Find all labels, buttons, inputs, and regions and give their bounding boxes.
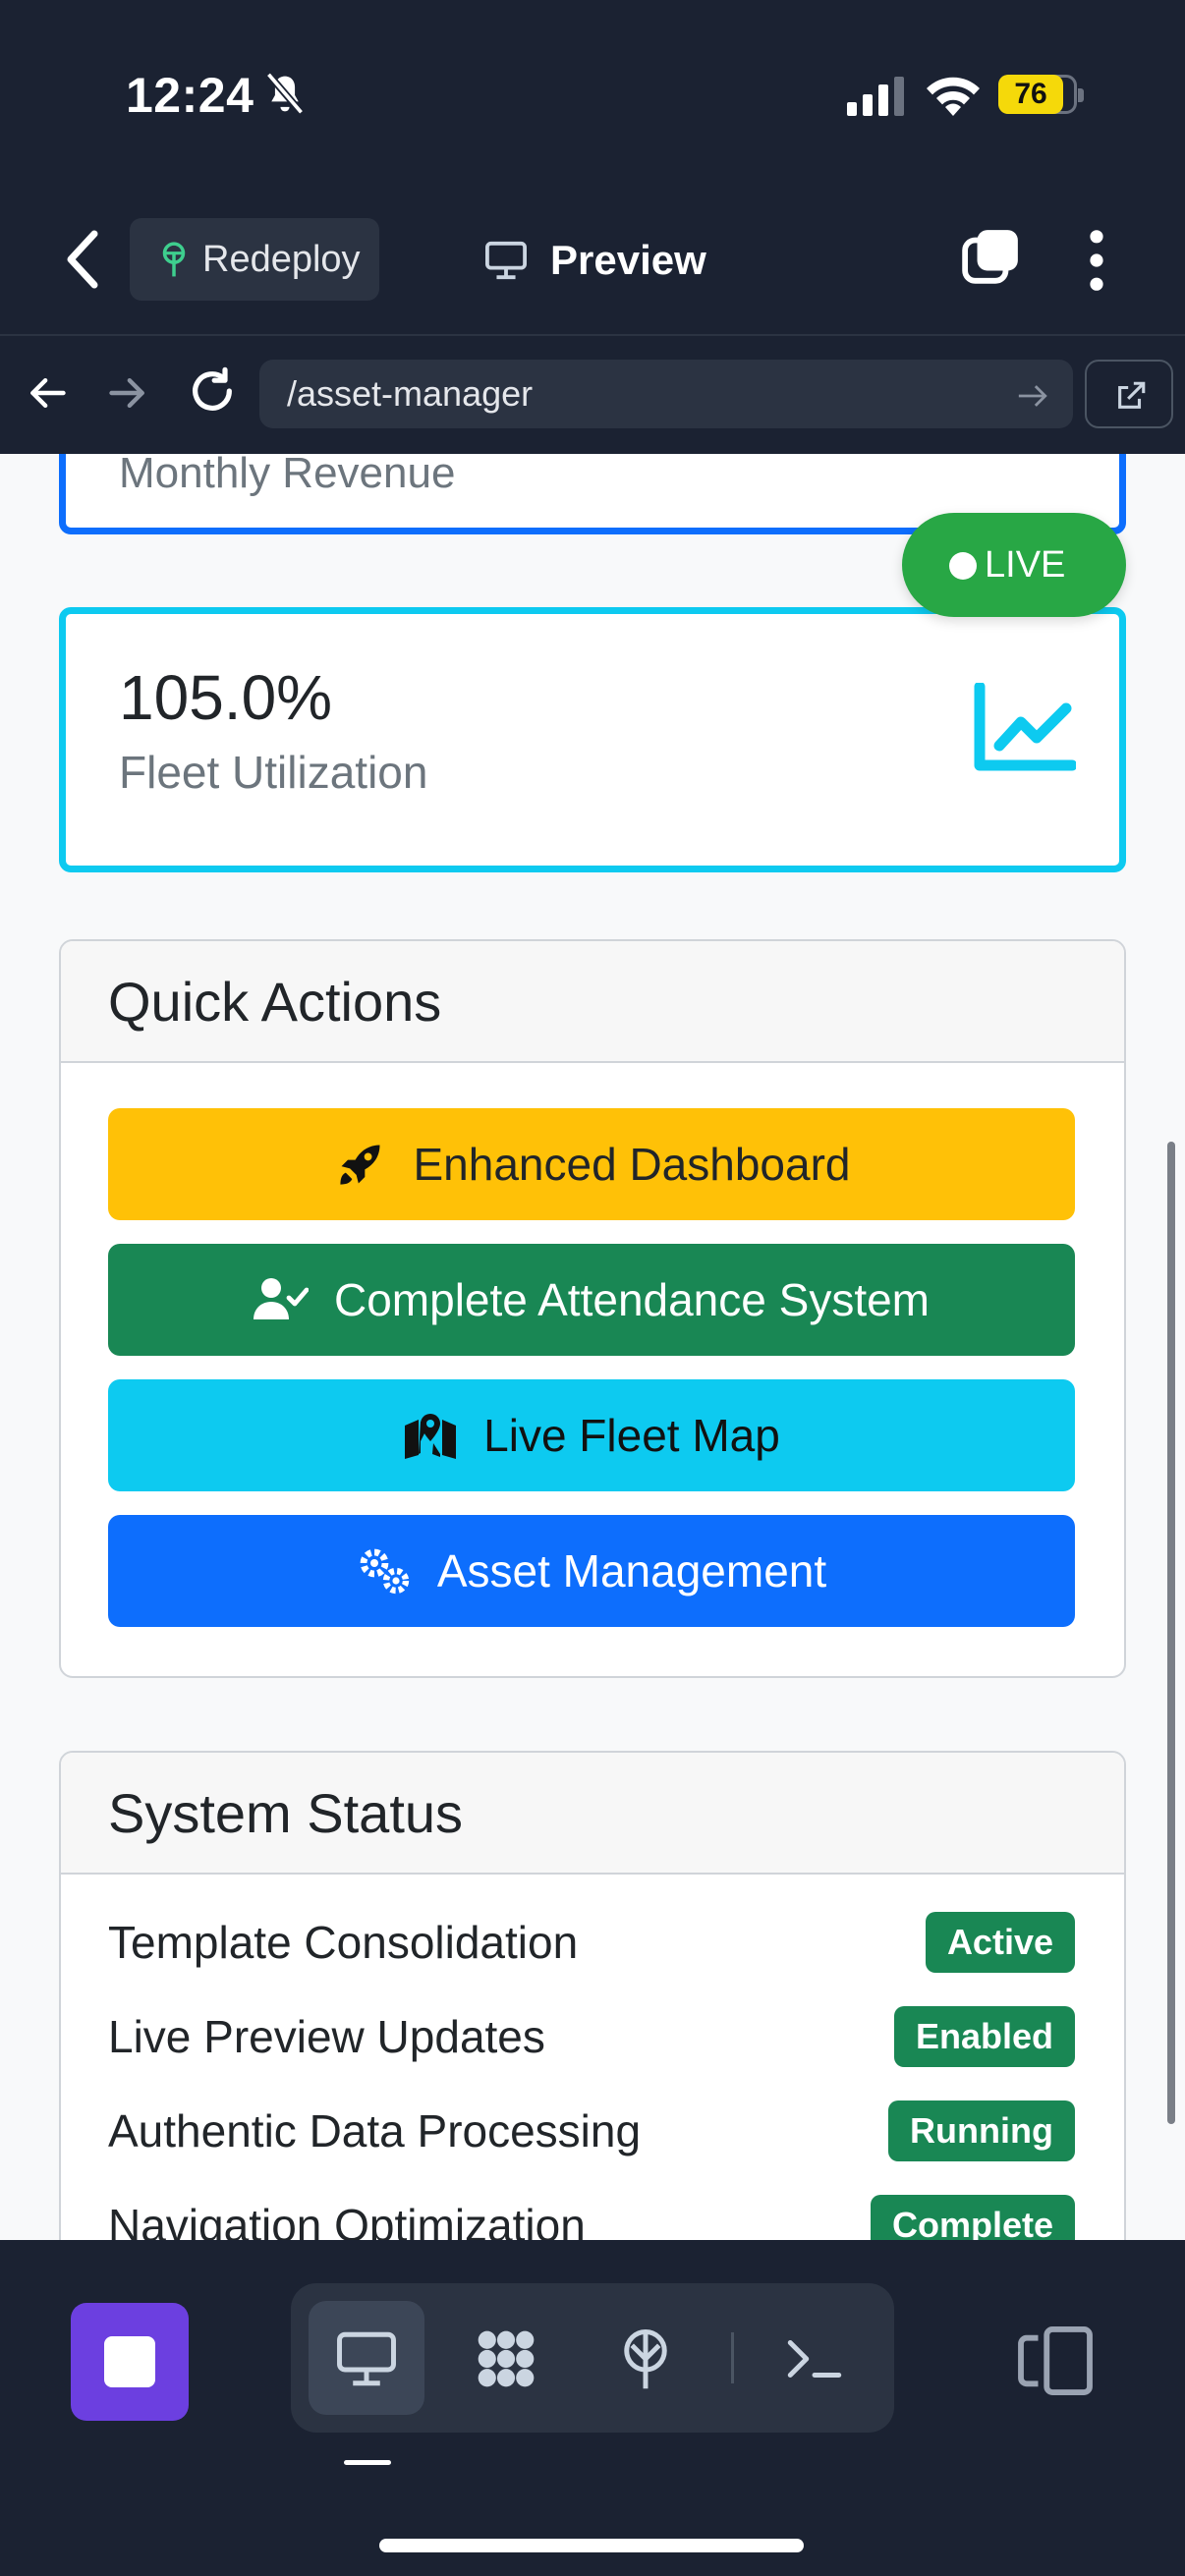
live-fleet-map-button[interactable]: Live Fleet Map (108, 1379, 1075, 1491)
preview-label: Preview (550, 237, 706, 283)
status-row: Navigation Optimization Complete (108, 2191, 1075, 2240)
device-layout-icon[interactable] (1014, 2326, 1097, 2395)
fleet-utilization-value: 105.0% (119, 662, 333, 733)
bottom-toolbar (0, 2240, 1185, 2576)
status-row-label: Template Consolidation (108, 1917, 579, 1968)
tabs-switcher-icon[interactable] (961, 226, 1022, 287)
asset-management-button[interactable]: Asset Management (108, 1515, 1075, 1627)
status-row-label: Live Preview Updates (108, 2011, 545, 2062)
battery-tip (1078, 88, 1084, 102)
browser-toolbar: /asset-manager (0, 334, 1185, 454)
status-badge: Running (888, 2100, 1075, 2161)
toolbar-divider (731, 2332, 734, 2383)
cogs-icon (360, 1548, 410, 1595)
preview-tool-button[interactable] (309, 2301, 424, 2415)
status-badge: Active (925, 1912, 1075, 1973)
deploy-tool-button[interactable] (588, 2301, 704, 2415)
desktop-icon (337, 2331, 396, 2386)
status-badge: Complete (870, 2195, 1075, 2240)
cellular-signal-icon (847, 77, 904, 116)
live-badge: LIVE (902, 513, 1126, 617)
asset-management-label: Asset Management (436, 1545, 827, 1596)
status-badge: Enabled (893, 2006, 1075, 2067)
arrow-right-icon[interactable] (106, 371, 149, 415)
preview-tab[interactable]: Preview (483, 226, 706, 295)
status-row: Live Preview Updates Enabled (108, 2002, 1075, 2071)
wifi-icon (927, 77, 980, 116)
stop-button[interactable] (71, 2303, 189, 2421)
status-bar: 12:24 76 (0, 0, 1185, 196)
status-row-label: Authentic Data Processing (108, 2105, 642, 2156)
enhanced-dashboard-button[interactable]: Enhanced Dashboard (108, 1108, 1075, 1220)
apps-tool-button[interactable] (448, 2301, 564, 2415)
apps-grid-icon (478, 2330, 535, 2387)
quick-actions-panel: Quick Actions Enhanced Dashboard Complet… (59, 939, 1126, 1678)
open-external-button[interactable] (1085, 360, 1173, 428)
deploy-tree-icon (624, 2329, 667, 2389)
bell-muted-icon (265, 72, 305, 115)
workspace-tool-group (291, 2283, 894, 2433)
url-input[interactable]: /asset-manager (259, 360, 1073, 428)
fleet-utilization-label: Fleet Utilization (119, 747, 428, 798)
page-scrollbar[interactable] (1167, 1142, 1175, 2124)
home-indicator (379, 2539, 804, 2552)
system-status-title: System Status (61, 1753, 1124, 1875)
shell-tool-button[interactable] (757, 2301, 873, 2415)
active-tool-indicator (344, 2460, 391, 2465)
url-text: /asset-manager (287, 373, 534, 414)
revenue-card-label: Monthly Revenue (119, 454, 456, 497)
quick-actions-title: Quick Actions (61, 941, 1124, 1063)
attendance-system-button[interactable]: Complete Attendance System (108, 1244, 1075, 1356)
more-options-icon[interactable] (1081, 228, 1112, 293)
monitor-icon (485, 241, 527, 280)
stop-icon (104, 2336, 155, 2387)
rocket-icon (339, 1145, 379, 1185)
app-header: Redeploy Preview (0, 196, 1185, 334)
go-arrow-icon[interactable] (1016, 381, 1049, 411)
status-row: Authentic Data Processing Running (108, 2097, 1075, 2165)
user-check-icon (254, 1278, 309, 1319)
enhanced-dashboard-label: Enhanced Dashboard (413, 1139, 851, 1190)
live-badge-label: LIVE (985, 543, 1066, 586)
map-marker-icon (405, 1414, 457, 1459)
status-row-label: Navigation Optimization (108, 2200, 586, 2240)
reload-icon[interactable] (187, 365, 238, 417)
live-fleet-map-label: Live Fleet Map (483, 1410, 780, 1461)
redeploy-button[interactable]: Redeploy (130, 218, 379, 301)
battery-level: 76 (998, 75, 1063, 114)
external-link-icon (1118, 381, 1146, 409)
attendance-system-label: Complete Attendance System (334, 1274, 930, 1325)
live-dot-icon (949, 552, 977, 580)
redeploy-label: Redeploy (202, 238, 361, 280)
redeploy-icon (162, 242, 186, 277)
line-chart-icon (974, 683, 1076, 771)
page-viewport: Monthly Revenue LIVE 105.0% Fleet Utiliz… (0, 454, 1185, 2240)
status-row: Template Consolidation Active (108, 1908, 1075, 1977)
fleet-utilization-card: 105.0% Fleet Utilization (59, 607, 1126, 872)
back-chevron-icon[interactable] (59, 228, 106, 291)
system-status-panel: System Status Template Consolidation Act… (59, 1751, 1126, 2240)
status-time: 12:24 (126, 68, 254, 123)
arrow-left-icon[interactable] (26, 371, 69, 415)
terminal-icon (787, 2340, 842, 2378)
